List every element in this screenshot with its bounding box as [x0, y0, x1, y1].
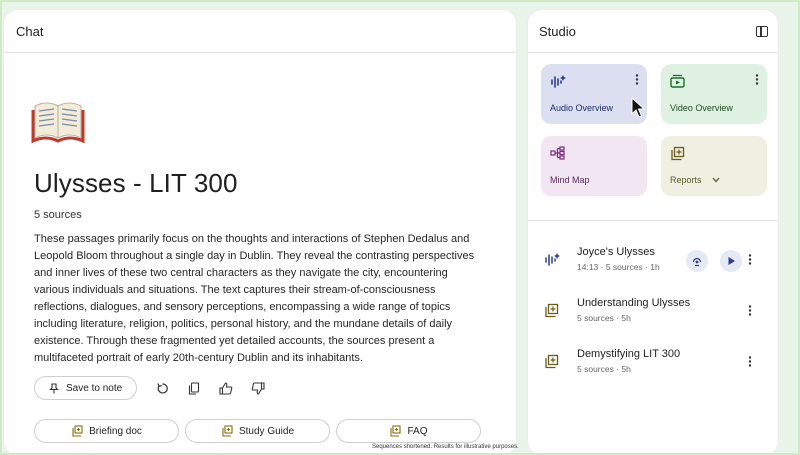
- copy-icon: [189, 381, 200, 395]
- video-overview-tile[interactable]: Video Overview: [661, 64, 767, 124]
- notebook-summary: These passages primarily focus on the th…: [34, 233, 475, 364]
- video-overview-label: Video Overview: [670, 103, 733, 113]
- chip-label: FAQ: [407, 425, 428, 437]
- studio-tiles: Audio Overview Video Overview Mind Map R…: [541, 64, 767, 196]
- more-vert-icon[interactable]: [748, 356, 752, 367]
- thumbs-up-icon: [219, 381, 233, 395]
- faq-chip[interactable]: FAQ: [336, 419, 481, 443]
- interactive-audio-icon: [692, 257, 702, 267]
- pin-icon: [49, 382, 59, 393]
- mind-map-tile[interactable]: Mind Map: [541, 136, 647, 196]
- note-title: Understanding Ulysses: [577, 297, 691, 309]
- thumbs-down-button[interactable]: [243, 376, 273, 400]
- reports-label-text: Reports: [670, 175, 702, 185]
- video-icon: [670, 74, 685, 88]
- mind-map-icon: [550, 146, 565, 160]
- regenerate-button[interactable]: [147, 376, 177, 400]
- chat-header: Chat: [4, 10, 516, 53]
- chat-header-title: Chat: [16, 23, 44, 39]
- audio-overview-tile[interactable]: Audio Overview: [541, 64, 647, 124]
- audio-waveform-icon: [545, 253, 560, 266]
- more-vert-icon[interactable]: [748, 305, 752, 316]
- studio-divider: [528, 220, 778, 221]
- study-guide-chip[interactable]: Study Guide: [185, 419, 330, 443]
- note-add-icon: [671, 146, 685, 161]
- note-meta: 5 sources · 5h: [577, 364, 631, 374]
- note-add-icon: [545, 303, 559, 318]
- play-button[interactable]: [720, 250, 742, 272]
- chip-label: Briefing doc: [89, 425, 142, 437]
- save-to-note-label: Save to note: [66, 382, 123, 394]
- collapse-panel-icon[interactable]: [756, 25, 768, 37]
- copy-button[interactable]: [179, 376, 209, 400]
- note-title: Demystifying LIT 300: [577, 348, 681, 360]
- open-book-icon: [31, 102, 85, 144]
- refresh-icon: [157, 382, 168, 394]
- briefing-doc-chip[interactable]: Briefing doc: [34, 419, 179, 443]
- chevron-down-icon[interactable]: [712, 177, 720, 183]
- more-vert-icon[interactable]: [755, 74, 759, 85]
- mouse-cursor-icon: [631, 97, 646, 118]
- reports-label: Reports: [670, 175, 720, 185]
- more-vert-icon[interactable]: [748, 254, 752, 265]
- play-icon: [728, 257, 735, 265]
- audio-overview-label: Audio Overview: [550, 103, 614, 113]
- studio-header: Studio: [528, 10, 778, 53]
- suggested-chips: Briefing doc Study Guide FAQ: [34, 419, 481, 443]
- studio-header-title: Studio: [539, 23, 576, 39]
- mind-map-label: Mind Map: [550, 175, 590, 185]
- reports-tile[interactable]: Reports: [661, 136, 767, 196]
- note-item-understanding-ulysses[interactable]: Understanding Ulysses 5 sources · 5h: [544, 297, 764, 337]
- save-to-note-button[interactable]: Save to note: [34, 376, 138, 400]
- sources-count: 5 sources: [34, 209, 82, 221]
- more-vert-icon[interactable]: [635, 74, 639, 85]
- studio-panel: Studio Audio Overview Video Overview Min…: [528, 10, 778, 455]
- chip-label: Study Guide: [238, 425, 295, 437]
- interactive-mode-button[interactable]: [686, 250, 708, 272]
- summary-actions: Save to note: [34, 376, 273, 400]
- note-add-icon: [390, 425, 402, 437]
- note-title: Joyce's Ulysses: [577, 246, 655, 258]
- footnote: Sequences shortened. Results for illustr…: [372, 444, 519, 450]
- note-item-demystifying-lit-300[interactable]: Demystifying LIT 300 5 sources · 5h: [544, 348, 764, 388]
- note-add-icon: [545, 354, 559, 369]
- thumbs-up-button[interactable]: [211, 376, 241, 400]
- notebook-title: Ulysses - LIT 300: [34, 168, 238, 198]
- thumbs-down-icon: [251, 381, 265, 395]
- note-add-icon: [222, 425, 233, 437]
- note-item-joyces-ulysses[interactable]: Joyce's Ulysses 14:13 · 5 sources · 1h: [544, 246, 764, 286]
- note-meta: 14:13 · 5 sources · 1h: [577, 262, 660, 272]
- audio-waveform-icon: [551, 75, 566, 88]
- note-meta: 5 sources · 5h: [577, 313, 631, 323]
- note-add-icon: [72, 425, 83, 437]
